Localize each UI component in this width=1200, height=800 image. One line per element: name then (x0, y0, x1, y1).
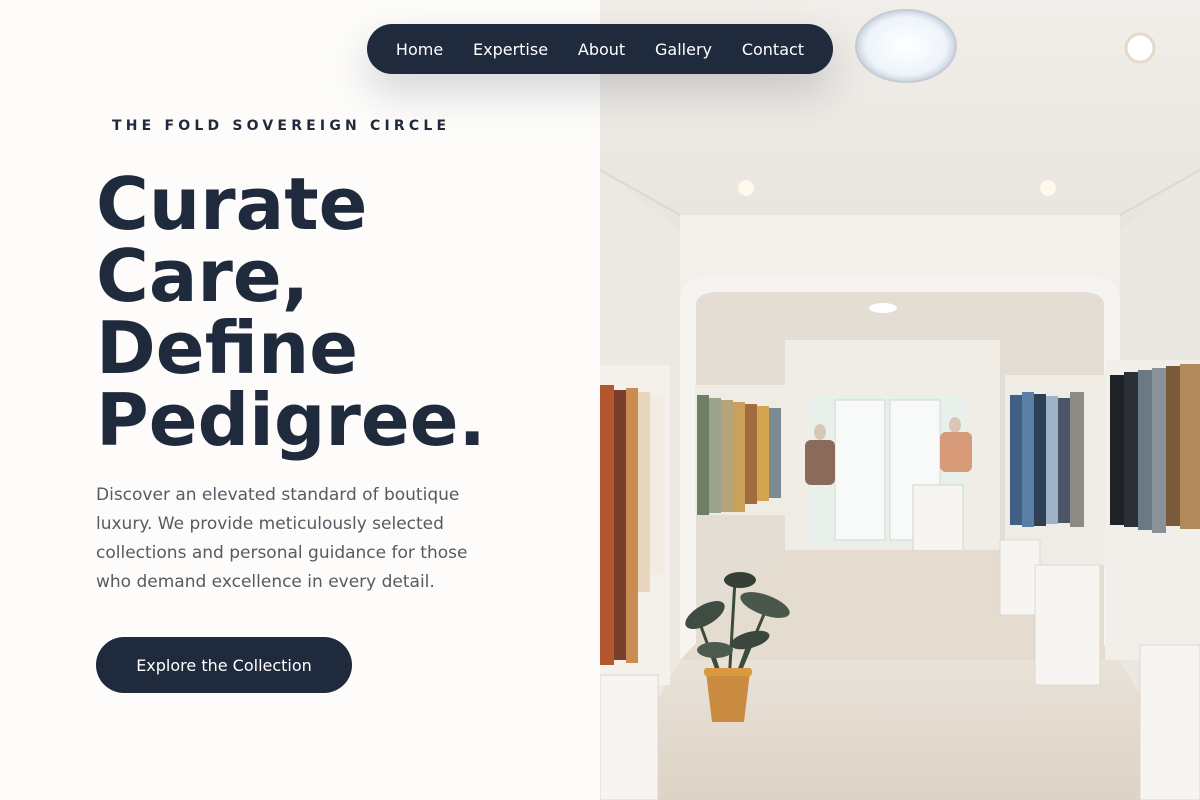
nav-home-link[interactable]: Home (396, 40, 443, 59)
nav-gallery-link[interactable]: Gallery (655, 40, 712, 59)
main-navigation: Home Expertise About Gallery Contact (367, 24, 833, 74)
brand-eyebrow: THE FOLD SOVEREIGN CIRCLE (112, 118, 451, 134)
explore-collection-button[interactable]: Explore the Collection (96, 637, 352, 693)
nav-about-link[interactable]: About (578, 40, 625, 59)
headline-line: Define (96, 306, 359, 390)
hero-panel: THE FOLD SOVEREIGN CIRCLE Curate Care, D… (0, 0, 600, 800)
nav-contact-link[interactable]: Contact (742, 40, 804, 59)
headline-line: Pedigree. (96, 378, 486, 462)
hero-headline: Curate Care, Define Pedigree. (96, 168, 576, 456)
store-interior-image (600, 0, 1200, 800)
hero-description: Discover an elevated standard of boutiqu… (96, 485, 468, 592)
nav-expertise-link[interactable]: Expertise (473, 40, 548, 59)
headline-line: Curate (96, 162, 368, 246)
headline-line: Care, (96, 234, 310, 318)
